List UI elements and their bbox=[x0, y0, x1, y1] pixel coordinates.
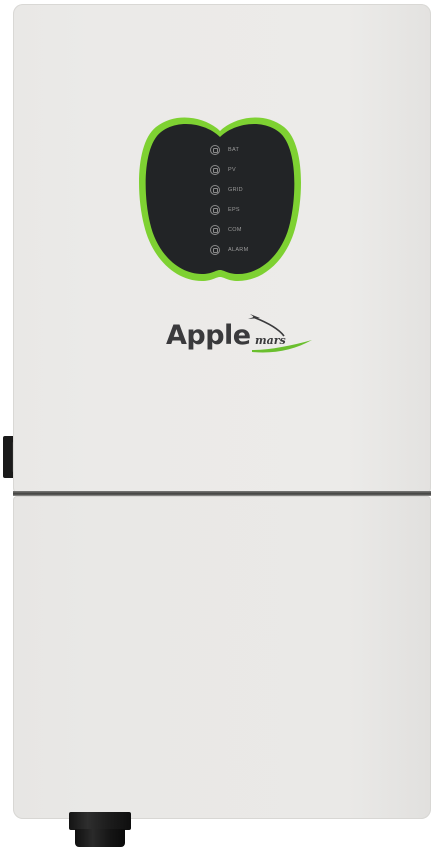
lower-housing bbox=[13, 496, 431, 819]
indicator-label: PV bbox=[228, 167, 236, 173]
indicator-eps: EPS bbox=[210, 203, 240, 217]
indicator-label: ALARM bbox=[228, 247, 249, 253]
battery-icon bbox=[210, 145, 220, 155]
cable-gland bbox=[69, 812, 131, 847]
brand-subname: mars bbox=[255, 334, 286, 347]
brand-logo: Apple mars bbox=[166, 312, 316, 360]
inverter-product-photo: BAT PV GRID EPS COM ALARM Apple mars bbox=[0, 0, 433, 847]
indicator-label: EPS bbox=[228, 207, 240, 213]
indicator-com: COM bbox=[210, 223, 242, 237]
indicator-grid: GRID bbox=[210, 183, 243, 197]
indicator-panel-shape bbox=[139, 117, 301, 281]
indicator-label: COM bbox=[228, 227, 242, 233]
brand-name: Apple bbox=[166, 320, 251, 351]
cable-gland-body bbox=[75, 829, 125, 847]
indicator-label: GRID bbox=[228, 187, 243, 193]
cable-gland-nut bbox=[69, 812, 131, 830]
alarm-warning-icon bbox=[210, 245, 220, 255]
indicator-pv: PV bbox=[210, 163, 236, 177]
indicator-bat: BAT bbox=[210, 143, 239, 157]
grid-tower-icon bbox=[210, 185, 220, 195]
communication-icon bbox=[210, 225, 220, 235]
indicator-alarm: ALARM bbox=[210, 243, 248, 257]
indicator-panel: BAT PV GRID EPS COM ALARM bbox=[136, 113, 304, 285]
indicator-label: BAT bbox=[228, 147, 240, 153]
solar-panel-icon bbox=[210, 165, 220, 175]
eps-outlet-icon bbox=[210, 205, 220, 215]
